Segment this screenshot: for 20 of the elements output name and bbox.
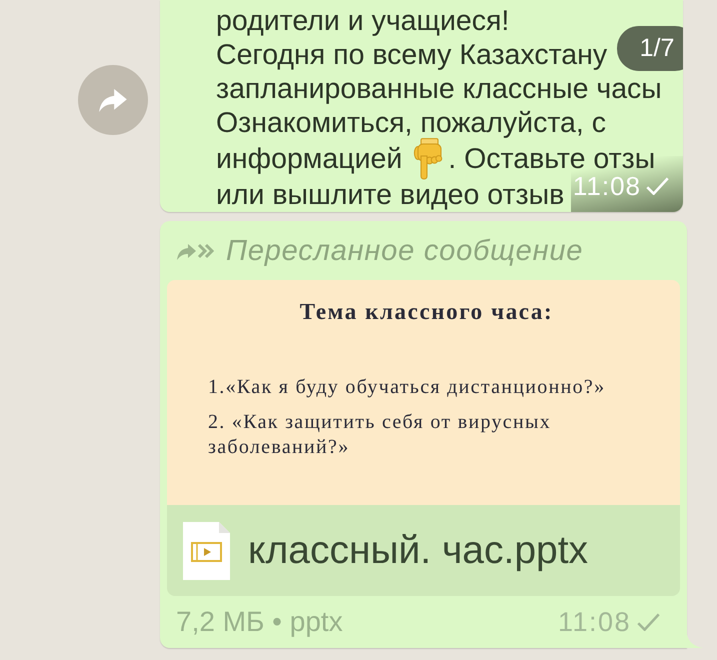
message-text: Сегодня по всему Казахстану (216, 38, 608, 72)
message-text: Ознакомиться, пожалуйста, с (216, 106, 606, 140)
file-name: классный. час.pptx (248, 528, 588, 572)
preview-title: Тема классного часа: (298, 299, 554, 325)
file-attachment[interactable]: классный. час.pptx (167, 505, 680, 596)
message-text: родители и учащиеся! (216, 4, 510, 38)
forwarded-icon (176, 241, 214, 261)
message-time: 11:08 (558, 606, 631, 638)
curved-arrow-icon (99, 88, 127, 112)
pointing-hand-icon (413, 138, 444, 180)
preview-item: 1.«Как я буду обучаться дистанционно?» (208, 375, 606, 400)
message-text: или вышлите видео отзыв (216, 178, 564, 212)
message-text: информацией (216, 142, 402, 177)
forwarded-label: Пересланное сообщение (226, 234, 584, 268)
file-icon (183, 522, 230, 580)
document-preview[interactable]: Тема классного часа: 1.«Как я буду обучаться дистанционно?» 2. «Как защитить себя от вирусных заболеваний?» (167, 280, 680, 505)
preview-item: 2. «Как защитить себя от вирусных заболеваний?» (208, 410, 552, 460)
page-counter-badge: 1/7 (617, 26, 683, 71)
file-info: 7,2 МБ • pptx (176, 606, 343, 638)
message-text: запланированные классные часы (216, 72, 662, 106)
